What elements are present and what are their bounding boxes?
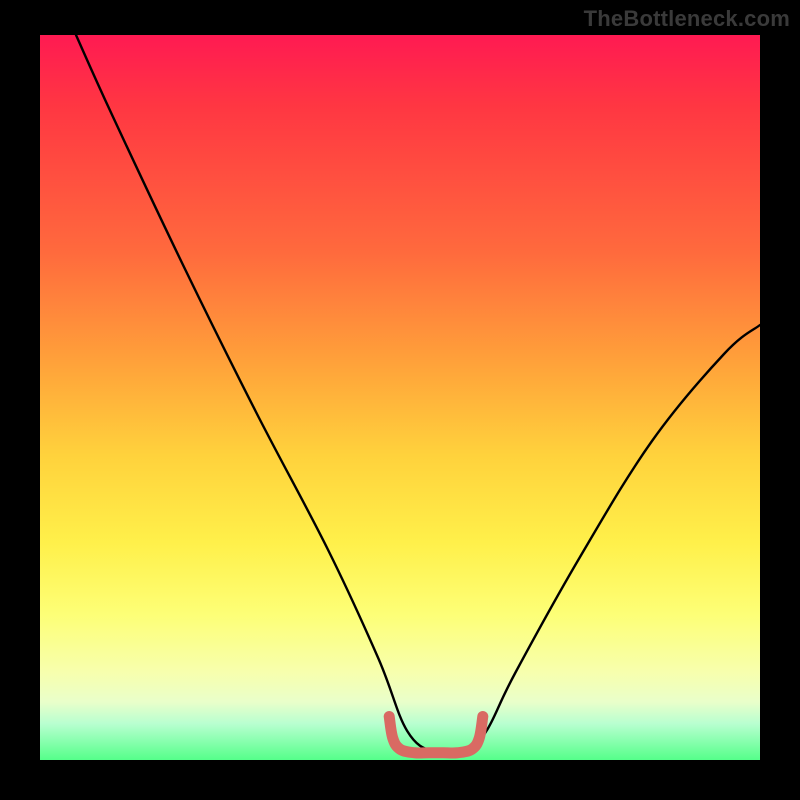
watermark-text: TheBottleneck.com	[584, 6, 790, 32]
chart-frame: TheBottleneck.com	[0, 0, 800, 800]
chart-svg	[40, 35, 760, 760]
bottleneck-curve-path	[76, 35, 760, 756]
plot-area	[40, 35, 760, 760]
